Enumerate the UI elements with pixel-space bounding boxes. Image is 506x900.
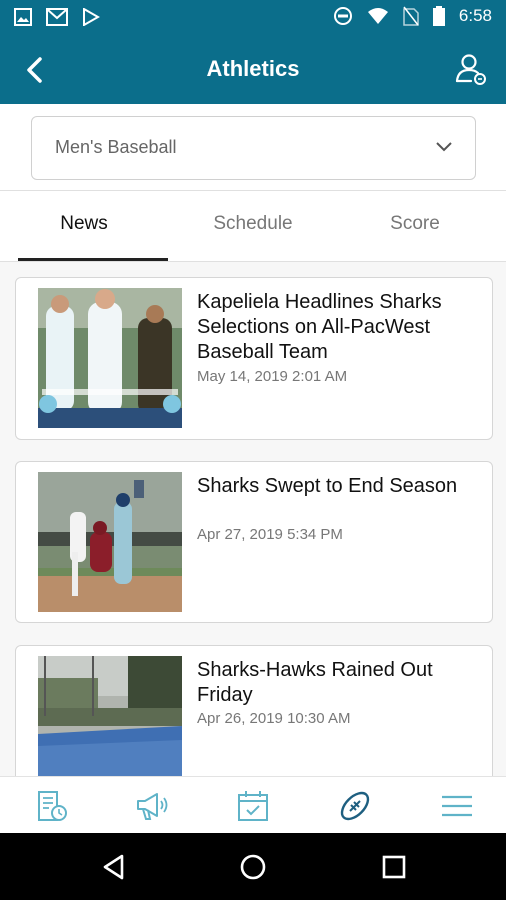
app-bar: Athletics: [0, 36, 506, 104]
filter-area: Men's Baseball: [0, 104, 506, 191]
bottom-navigation: [0, 776, 506, 834]
tab-schedule[interactable]: Schedule: [169, 191, 337, 261]
announcements-icon[interactable]: [135, 789, 169, 823]
news-thumbnail: [38, 656, 182, 796]
wifi-icon: [367, 8, 388, 24]
tab-news[interactable]: News: [0, 191, 168, 261]
tab-score-label: Score: [390, 213, 440, 234]
tab-score[interactable]: Score: [331, 191, 499, 261]
page-title: Athletics: [206, 56, 300, 81]
news-date: May 14, 2019 2:01 AM: [197, 368, 348, 385]
system-navigation-bar: [0, 833, 506, 900]
football-icon[interactable]: [338, 789, 372, 823]
sport-dropdown-value: Men's Baseball: [55, 137, 177, 157]
news-thumbnail: [38, 288, 182, 428]
tab-schedule-label: Schedule: [213, 213, 293, 234]
calendar-icon[interactable]: [236, 789, 270, 823]
news-headline: Kapeliela Headlines Sharks Selections on…: [197, 291, 442, 363]
gmail-icon: [46, 8, 68, 26]
news-card[interactable]: Sharks Swept to End Season Apr 27, 2019 …: [15, 461, 493, 623]
news-thumbnail: [38, 472, 182, 612]
play-store-icon: [83, 8, 100, 26]
news-headline: Sharks-Hawks Rained Out Friday: [197, 659, 433, 706]
tab-bar: News Schedule Score: [0, 191, 506, 262]
profile-switch-icon[interactable]: [454, 52, 488, 86]
system-recents-icon[interactable]: [380, 853, 408, 881]
news-icon[interactable]: [35, 789, 69, 823]
system-home-icon[interactable]: [239, 853, 267, 881]
system-back-icon[interactable]: [100, 853, 128, 881]
menu-icon[interactable]: [440, 789, 474, 823]
gallery-icon: [14, 8, 32, 26]
tab-news-label: News: [60, 213, 108, 234]
news-headline: Sharks Swept to End Season: [197, 475, 458, 497]
active-tab-indicator: [18, 258, 168, 261]
no-sim-icon: [403, 6, 419, 26]
news-card[interactable]: Kapeliela Headlines Sharks Selections on…: [15, 277, 493, 440]
news-date: Apr 27, 2019 5:34 PM: [197, 526, 343, 543]
status-bar: 6:58: [0, 0, 506, 36]
news-date: Apr 26, 2019 10:30 AM: [197, 710, 351, 727]
status-time: 6:58: [458, 6, 492, 25]
sport-dropdown[interactable]: Men's Baseball: [31, 116, 476, 180]
news-card[interactable]: Sharks-Hawks Rained Out Friday Apr 26, 2…: [15, 645, 493, 797]
do-not-disturb-icon: [333, 7, 352, 25]
chevron-down-icon: [436, 142, 452, 152]
battery-icon: [432, 6, 445, 26]
